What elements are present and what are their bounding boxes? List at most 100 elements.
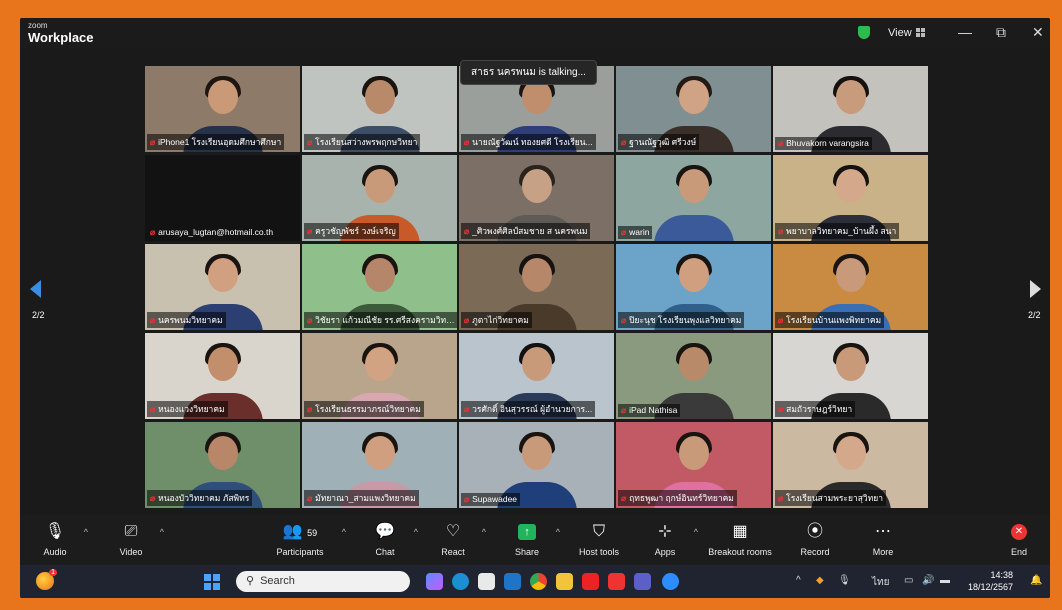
video-button[interactable]: ⎚ Video ^ bbox=[96, 521, 166, 557]
participant-name-label: ⌀ ภูตาไก่วิทยาคม bbox=[461, 312, 532, 328]
participant-tile[interactable]: ⌀ วรศักดิ์ อินสุวรรณ์ ผู้อำนวยการ... bbox=[459, 333, 614, 419]
volume-icon[interactable]: 🔊 bbox=[922, 575, 934, 586]
breakout-rooms-button[interactable]: ▦ Breakout rooms bbox=[700, 521, 780, 557]
participant-tile[interactable]: ⌀ ฐานณัฐวุฒิ ศรีวงษ์ bbox=[616, 66, 771, 152]
participant-tile[interactable]: ⌀ ปิยะนุช โรงเรียนพุงแลวิทยาคม bbox=[616, 244, 771, 330]
muted-mic-icon: ⌀ bbox=[307, 404, 313, 414]
participant-name-label: ⌀ สมถัวราษฎร์วิทยา bbox=[775, 401, 856, 417]
participant-tile[interactable]: ⌀ โรงเรียนบ้านแพงพิทยาคม bbox=[773, 244, 928, 330]
participant-tile[interactable]: ⌀ มัทยาณา_สามแพงวิทยาคม bbox=[302, 422, 457, 508]
input-language[interactable]: ไทย bbox=[872, 575, 889, 590]
muted-mic-icon: ⌀ bbox=[778, 315, 784, 325]
host-tools-button[interactable]: ⛉ Host tools bbox=[564, 521, 634, 557]
participant-tile[interactable]: ⌀ warin bbox=[616, 155, 771, 241]
red-app-icon[interactable] bbox=[608, 573, 625, 590]
participant-tile[interactable]: ⌀ Bhuvakorn varangsira bbox=[773, 66, 928, 152]
participant-tile[interactable]: ⌀ โรงเรียนธรรมาภรณ์วิทยาคม bbox=[302, 333, 457, 419]
share-screen-icon: ↑ bbox=[518, 523, 536, 540]
system-clock[interactable]: 14:38 18/12/2567 bbox=[968, 569, 1013, 593]
shield-icon[interactable] bbox=[858, 26, 870, 39]
taskbar-search-box[interactable]: ⚲ Search bbox=[236, 571, 410, 592]
participant-name-label: ⌀ arusaya_lugtan@hotmail.co.th bbox=[147, 226, 276, 239]
outlook-icon[interactable] bbox=[504, 573, 521, 590]
participant-name-label: ⌀ หนองบัววิทยาคม ภัสพิทร bbox=[147, 490, 253, 506]
breakout-rooms-label: Breakout rooms bbox=[708, 547, 772, 557]
participant-tile[interactable]: ⌀ วิชัยรา แก้วมณีชัย รร.ศรีสงครามวิทยาคม bbox=[302, 244, 457, 330]
zoom-app-icon[interactable] bbox=[662, 573, 679, 590]
audio-label: Audio bbox=[43, 547, 67, 557]
participant-tile[interactable]: ⌀ โรงเรียนสามพระยาสุวิทยา bbox=[773, 422, 928, 508]
more-button[interactable]: ⋯ More bbox=[848, 521, 918, 557]
audio-options-caret-icon[interactable]: ^ bbox=[84, 527, 88, 537]
youtube-icon[interactable] bbox=[582, 573, 599, 590]
participant-tile[interactable]: ⌀ สมถัวราษฎร์วิทยา bbox=[773, 333, 928, 419]
copilot-icon[interactable] bbox=[426, 573, 443, 590]
audio-button[interactable]: 🎙 Audio ^ bbox=[20, 521, 90, 557]
apps-options-caret-icon[interactable]: ^ bbox=[694, 527, 698, 537]
participants-button[interactable]: 👥 59 Participants ^ bbox=[260, 521, 346, 557]
teams-icon[interactable] bbox=[634, 573, 651, 590]
end-meeting-button[interactable]: ✕ End bbox=[984, 521, 1050, 557]
react-options-caret-icon[interactable]: ^ bbox=[482, 527, 486, 537]
participant-name-label: ⌀ พยาบาลวิทยาคม_บ้านผึ้ง สนา bbox=[775, 223, 900, 239]
chrome-icon[interactable] bbox=[530, 573, 547, 590]
edge-browser-icon[interactable] bbox=[452, 573, 469, 590]
logo-small-text: zoom bbox=[28, 21, 48, 30]
apps-icon: ⊹ bbox=[658, 523, 672, 540]
participant-name-label: ⌀ โรงเรียนบ้านแพงพิทยาคม bbox=[775, 312, 885, 328]
participant-tile[interactable]: ⌀ ภูตาไก่วิทยาคม bbox=[459, 244, 614, 330]
video-options-caret-icon[interactable]: ^ bbox=[160, 527, 164, 537]
participants-options-caret-icon[interactable]: ^ bbox=[342, 527, 346, 537]
muted-mic-icon: ⌀ bbox=[150, 493, 156, 503]
page-indicator-left: 2/2 bbox=[32, 310, 45, 320]
share-button[interactable]: ↑ Share ^ bbox=[492, 521, 562, 557]
tray-microphone-icon[interactable]: 🎙 bbox=[838, 575, 851, 586]
breakout-rooms-icon: ▦ bbox=[732, 523, 748, 540]
network-icon[interactable]: ▭ bbox=[904, 575, 913, 586]
participant-tile[interactable]: ⌀ arusaya_lugtan@hotmail.co.th bbox=[145, 155, 300, 241]
participant-tile[interactable]: ⌀ Supawadee bbox=[459, 422, 614, 508]
next-page-arrow-icon[interactable] bbox=[1030, 280, 1041, 298]
participant-tile[interactable]: ⌀ หนองแวงวิทยาคม bbox=[145, 333, 300, 419]
participant-tile[interactable]: ⌀ นครพนมวิทยาคม bbox=[145, 244, 300, 330]
participant-face bbox=[364, 79, 395, 114]
participant-name: _ศิวพงศ์ศิลป์สมชาย ส นครพนม bbox=[472, 226, 588, 236]
participant-tile[interactable]: ⌀ โรงเรียนสว่างพรพฤกษวิทยา bbox=[302, 66, 457, 152]
participant-tile[interactable]: ⌀ ฤทธพูฒา ฤกษ์อินทร์วิทยาคม bbox=[616, 422, 771, 508]
store-icon[interactable] bbox=[478, 573, 495, 590]
chat-button[interactable]: 💬 Chat ^ bbox=[350, 521, 420, 557]
muted-mic-icon: ⌀ bbox=[464, 404, 470, 414]
apps-button[interactable]: ⊹ Apps ^ bbox=[630, 521, 700, 557]
previous-page-arrow-icon[interactable] bbox=[30, 280, 41, 298]
close-button[interactable]: ✕ bbox=[1032, 24, 1044, 41]
show-hidden-icons-chevron-icon[interactable]: ^ bbox=[796, 575, 801, 586]
participant-face bbox=[364, 168, 395, 203]
participant-name: หนองแวงวิทยาคม bbox=[158, 404, 225, 414]
restore-button[interactable]: ⧉ bbox=[996, 24, 1006, 41]
tray-app-icon[interactable]: ◆ bbox=[816, 575, 824, 586]
minimize-button[interactable]: — bbox=[958, 24, 972, 40]
participant-tile[interactable]: ⌀ iPad Nathisa bbox=[616, 333, 771, 419]
notifications-bell-icon[interactable]: 🔔 bbox=[1030, 575, 1042, 586]
participant-tile[interactable]: ⌀ _ศิวพงศ์ศิลป์สมชาย ส นครพนม bbox=[459, 155, 614, 241]
badge-count: 1 bbox=[49, 569, 57, 576]
clock-time: 14:38 bbox=[990, 570, 1014, 580]
react-button[interactable]: ♡ React ^ bbox=[418, 521, 488, 557]
muted-mic-icon: ⌀ bbox=[464, 137, 470, 147]
participant-face bbox=[207, 346, 238, 381]
file-explorer-icon[interactable] bbox=[556, 573, 573, 590]
participant-name-label: ⌀ Bhuvakorn varangsira bbox=[775, 137, 872, 150]
participant-tile[interactable]: ⌀ พยาบาลวิทยาคม_บ้านผึ้ง สนา bbox=[773, 155, 928, 241]
windows-start-icon[interactable] bbox=[204, 574, 220, 590]
share-options-caret-icon[interactable]: ^ bbox=[556, 527, 560, 537]
participant-tile[interactable]: ⌀ หนองบัววิทยาคม ภัสพิทร bbox=[145, 422, 300, 508]
record-button[interactable]: ⦿ Record bbox=[780, 521, 850, 557]
battery-icon[interactable]: ▬ bbox=[940, 575, 950, 586]
participant-name: ครูวชัญพัชร์ วงษ์เจริญ bbox=[315, 226, 396, 236]
participant-tile[interactable]: ⌀ iPhone1 โรงเรียนอุดมศึกษาศึกษา bbox=[145, 66, 300, 152]
notification-badge-icon[interactable]: 1 bbox=[36, 569, 57, 590]
participant-tile[interactable]: ⌀ ครูวชัญพัชร์ วงษ์เจริญ bbox=[302, 155, 457, 241]
muted-mic-icon: ⌀ bbox=[464, 494, 470, 504]
view-button[interactable]: View bbox=[888, 27, 925, 39]
muted-mic-icon: ⌀ bbox=[464, 226, 470, 236]
